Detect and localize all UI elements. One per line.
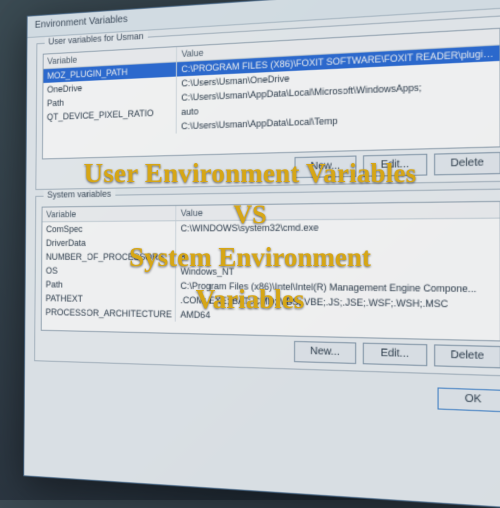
col-header-value[interactable]: Value	[177, 202, 500, 220]
user-variables-group: User variables for Usman Variable Value …	[35, 15, 500, 190]
table-row[interactable]: ComSpec C:\WINDOWS\system32\cmd.exe	[42, 219, 499, 236]
table-row[interactable]: DriverData	[42, 234, 500, 250]
new-button[interactable]: New...	[294, 156, 356, 179]
ok-button[interactable]: OK	[438, 387, 500, 412]
system-group-label: System variables	[44, 189, 115, 200]
window-title: Environment Variables	[35, 14, 128, 31]
new-button[interactable]: New...	[294, 341, 356, 364]
system-variables-group: System variables Variable Value ComSpec …	[34, 188, 500, 376]
system-variables-list[interactable]: Variable Value ComSpec C:\WINDOWS\system…	[41, 201, 500, 342]
delete-button[interactable]: Delete	[434, 344, 500, 368]
edit-button[interactable]: Edit...	[363, 154, 427, 177]
user-variables-list[interactable]: Variable Value MOZ_PLUGIN_PATH C:\PROGRA…	[42, 28, 500, 160]
delete-button[interactable]: Delete	[434, 152, 500, 176]
edit-button[interactable]: Edit...	[363, 343, 428, 367]
col-header-variable[interactable]: Variable	[42, 206, 176, 221]
env-variables-dialog: Environment Variables User variables for…	[23, 0, 500, 508]
